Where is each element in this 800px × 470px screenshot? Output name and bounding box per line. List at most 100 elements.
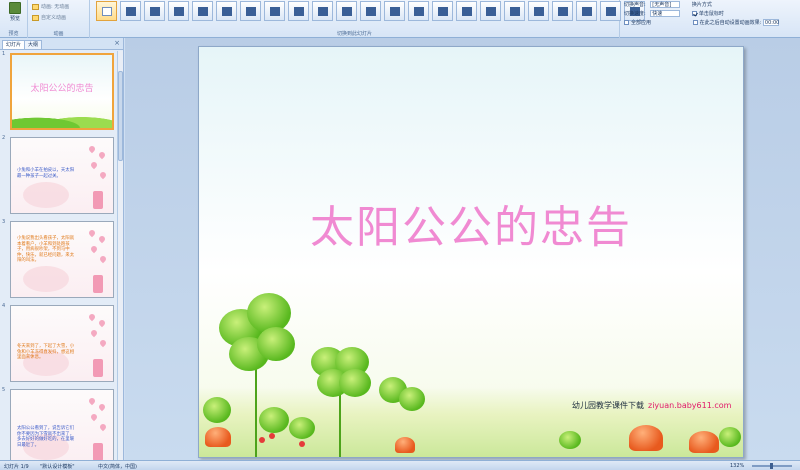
animation-group-label: 动画 [53,31,64,37]
scrollbar-thumb[interactable] [118,71,123,161]
custom-animation-button[interactable]: 自定义动画 [32,14,66,21]
animation-icon [32,3,39,10]
transition-cut-thumb[interactable] [168,1,189,21]
custom-animation-icon [32,14,39,21]
slide-title[interactable]: 太阳公公的忠告 [199,191,743,255]
thumb-text: 小兔和小羊在拍皮以，天太阳最一种孩子一起过关。 [17,168,75,179]
apply-all-icon [624,20,629,25]
red-flower [269,433,275,439]
status-bar: 幻灯片 1/9 "默认设计模板" 中文(简体，中国) 132% [0,460,800,470]
transition-wipe-up-thumb[interactable] [288,1,309,21]
clover-stem [339,387,341,457]
transition-wipe-right-thumb[interactable] [312,1,333,21]
red-flower [299,441,305,447]
current-slide[interactable]: 太阳公公的忠告 幼儿园教学课件下载 ziyuan.baby611.com [198,46,744,458]
thumb-text: 冬天来到了，下起了大雪，小兔和小羊冻得直发抖，想这相里面来休息。 [17,344,75,360]
transition-strips-thumb[interactable] [576,1,597,21]
on-click-option[interactable]: 单击鼠标时 [691,11,724,17]
transition-strips-icon [582,7,592,16]
slide-thumbnail: 太阳公公看到了，说告诉它们你不要因为下雪就不出来了，多去好好的做好吃的，在里暖日… [10,389,114,460]
clover-leaf [559,431,581,449]
after-time-input[interactable]: 00:00 [762,19,779,26]
transition-wipe-down-2-thumb[interactable] [336,1,357,21]
transition-wipe-left-thumb[interactable] [264,1,285,21]
transition-group-label: 切换到此幻灯片 [336,31,372,37]
transition-fade-smooth-thumb[interactable] [120,1,141,21]
vase-decoration [93,275,103,293]
transition-wipe-down-thumb[interactable] [240,1,261,21]
transition-cover-down-thumb[interactable] [480,1,501,21]
transition-none-thumb[interactable] [96,1,117,21]
slide-thumbnail: 冬天来到了，下起了大雪，小兔和小羊冻得直发抖，想这相里面来休息。 [10,305,114,382]
pink-shape [23,182,69,208]
slide-thumbnail: 小兔说我出头看孩子，太阳就本着看户，小羊和到处跑孩子，用病很吵架，不到马中仲，快… [10,221,114,298]
transition-box-out-icon [438,7,448,16]
ribbon: 预览 预览 动画: 无动画 自定义动画 动画 切换到此幻灯片 切换声音: [无声… [0,0,800,38]
apply-all-button[interactable]: 全部应用 [624,20,651,26]
vase-decoration [93,443,103,460]
thumb-title: 太阳公公的忠告 [30,84,94,94]
transition-cover-right-thumb[interactable] [552,1,573,21]
transition-uncover-icon [606,7,616,16]
apply-all-row: 全部应用 在此之后自动设置动画效果: 00:00 [624,19,779,26]
clover-leaf [339,369,371,397]
close-icon[interactable]: × [114,39,120,47]
transition-box-out-thumb[interactable] [432,1,453,21]
transition-gallery [96,0,645,30]
transition-wipe-right-icon [318,7,328,16]
transition-uncover-thumb[interactable] [600,1,621,21]
slide-thumbnail: 太阳公公的忠告 [10,53,114,130]
animate-row[interactable]: 动画: 无动画 [32,3,69,10]
language-indicator[interactable]: 中文(简体，中国) [98,463,137,470]
transition-fade-black-thumb[interactable] [144,1,165,21]
preview-button[interactable]: 预览 [6,2,24,22]
clover-leaf [257,327,295,361]
mushroom [689,431,719,453]
credit-label: 幼儿园教学课件下载 [572,401,644,410]
after-option[interactable]: 在此之后自动设置动画效果: [692,20,761,26]
tab-slides[interactable]: 幻灯片 [2,40,26,49]
transition-blinds-2-thumb[interactable] [384,1,405,21]
editing-canvas: 太阳公公的忠告 幼儿园教学课件下载 ziyuan.baby611.com [125,38,800,460]
transition-blinds-icon [366,7,376,16]
transition-checker-thumb[interactable] [456,1,477,21]
slide-thumb-3[interactable]: 3 小兔说我出头看孩子，太阳就本着看户，小羊和到处跑孩子，用病很吵架，不到马中仲… [0,219,124,301]
vase-decoration [93,191,103,209]
transition-blinds-thumb[interactable] [360,1,381,21]
speed-dropdown[interactable]: 快速 [650,10,681,17]
transition-box-in-thumb[interactable] [408,1,429,21]
slide-thumb-1[interactable]: 1 太阳公公的忠告 [0,51,124,133]
after-checkbox[interactable] [692,20,698,25]
on-click-checkbox[interactable] [691,11,697,16]
slide-thumb-2[interactable]: 2 小兔和小羊在拍皮以，天太阳最一种孩子一起过关。 [0,135,124,217]
credit-url: ziyuan.baby611.com [648,401,732,410]
zoom-slider-knob[interactable] [770,463,773,469]
slides-scrollbar[interactable] [117,51,123,460]
transition-blinds-2-icon [390,7,400,16]
speed-row: 切换速度: 快速 单击鼠标时 [624,10,724,17]
clover-leaf [259,407,289,433]
slide-thumb-5[interactable]: 5 太阳公公看到了，说告诉它们你不要因为下雪就不出来了，多去好好的做好吃的，在里… [0,387,124,460]
tab-outline[interactable]: 大纲 [24,40,43,49]
preview-icon [9,2,21,14]
transition-fade-smooth-icon [126,7,136,16]
transition-dissolve-thumb[interactable] [216,1,237,21]
slide-thumb-4[interactable]: 4 冬天来到了，下起了大雪，小兔和小羊冻得直发抖，想这相里面来休息。 [0,303,124,385]
mushroom [629,425,663,451]
thumb-text: 小兔说我出头看孩子，太阳就本着看户，小羊和到处跑孩子，用病很吵架，不到马中仲，快… [17,236,75,263]
transition-cut-icon [174,7,184,16]
transition-cut-black-thumb[interactable] [192,1,213,21]
sound-dropdown[interactable]: [无声音] [650,1,681,8]
transition-cover-up-thumb[interactable] [528,1,549,21]
theme-name[interactable]: "默认设计模板" [40,463,75,470]
transition-none-icon [102,7,112,16]
transition-wipe-down-2-icon [342,7,352,16]
animate-dropdown[interactable]: 无动画 [54,4,69,10]
preview-group: 预览 预览 [0,0,28,38]
credit-line: 幼儿园教学课件下载 ziyuan.baby611.com [572,400,731,411]
transition-cut-black-icon [198,7,208,16]
transition-cover-left-thumb[interactable] [504,1,525,21]
slide-list: 1 太阳公公的忠告 2 小兔和小羊在拍皮以，天太阳最一种孩子一起过关。 3 小兔… [0,51,124,460]
clover-leaf [289,417,315,439]
zoom-level[interactable]: 132% [730,463,744,469]
